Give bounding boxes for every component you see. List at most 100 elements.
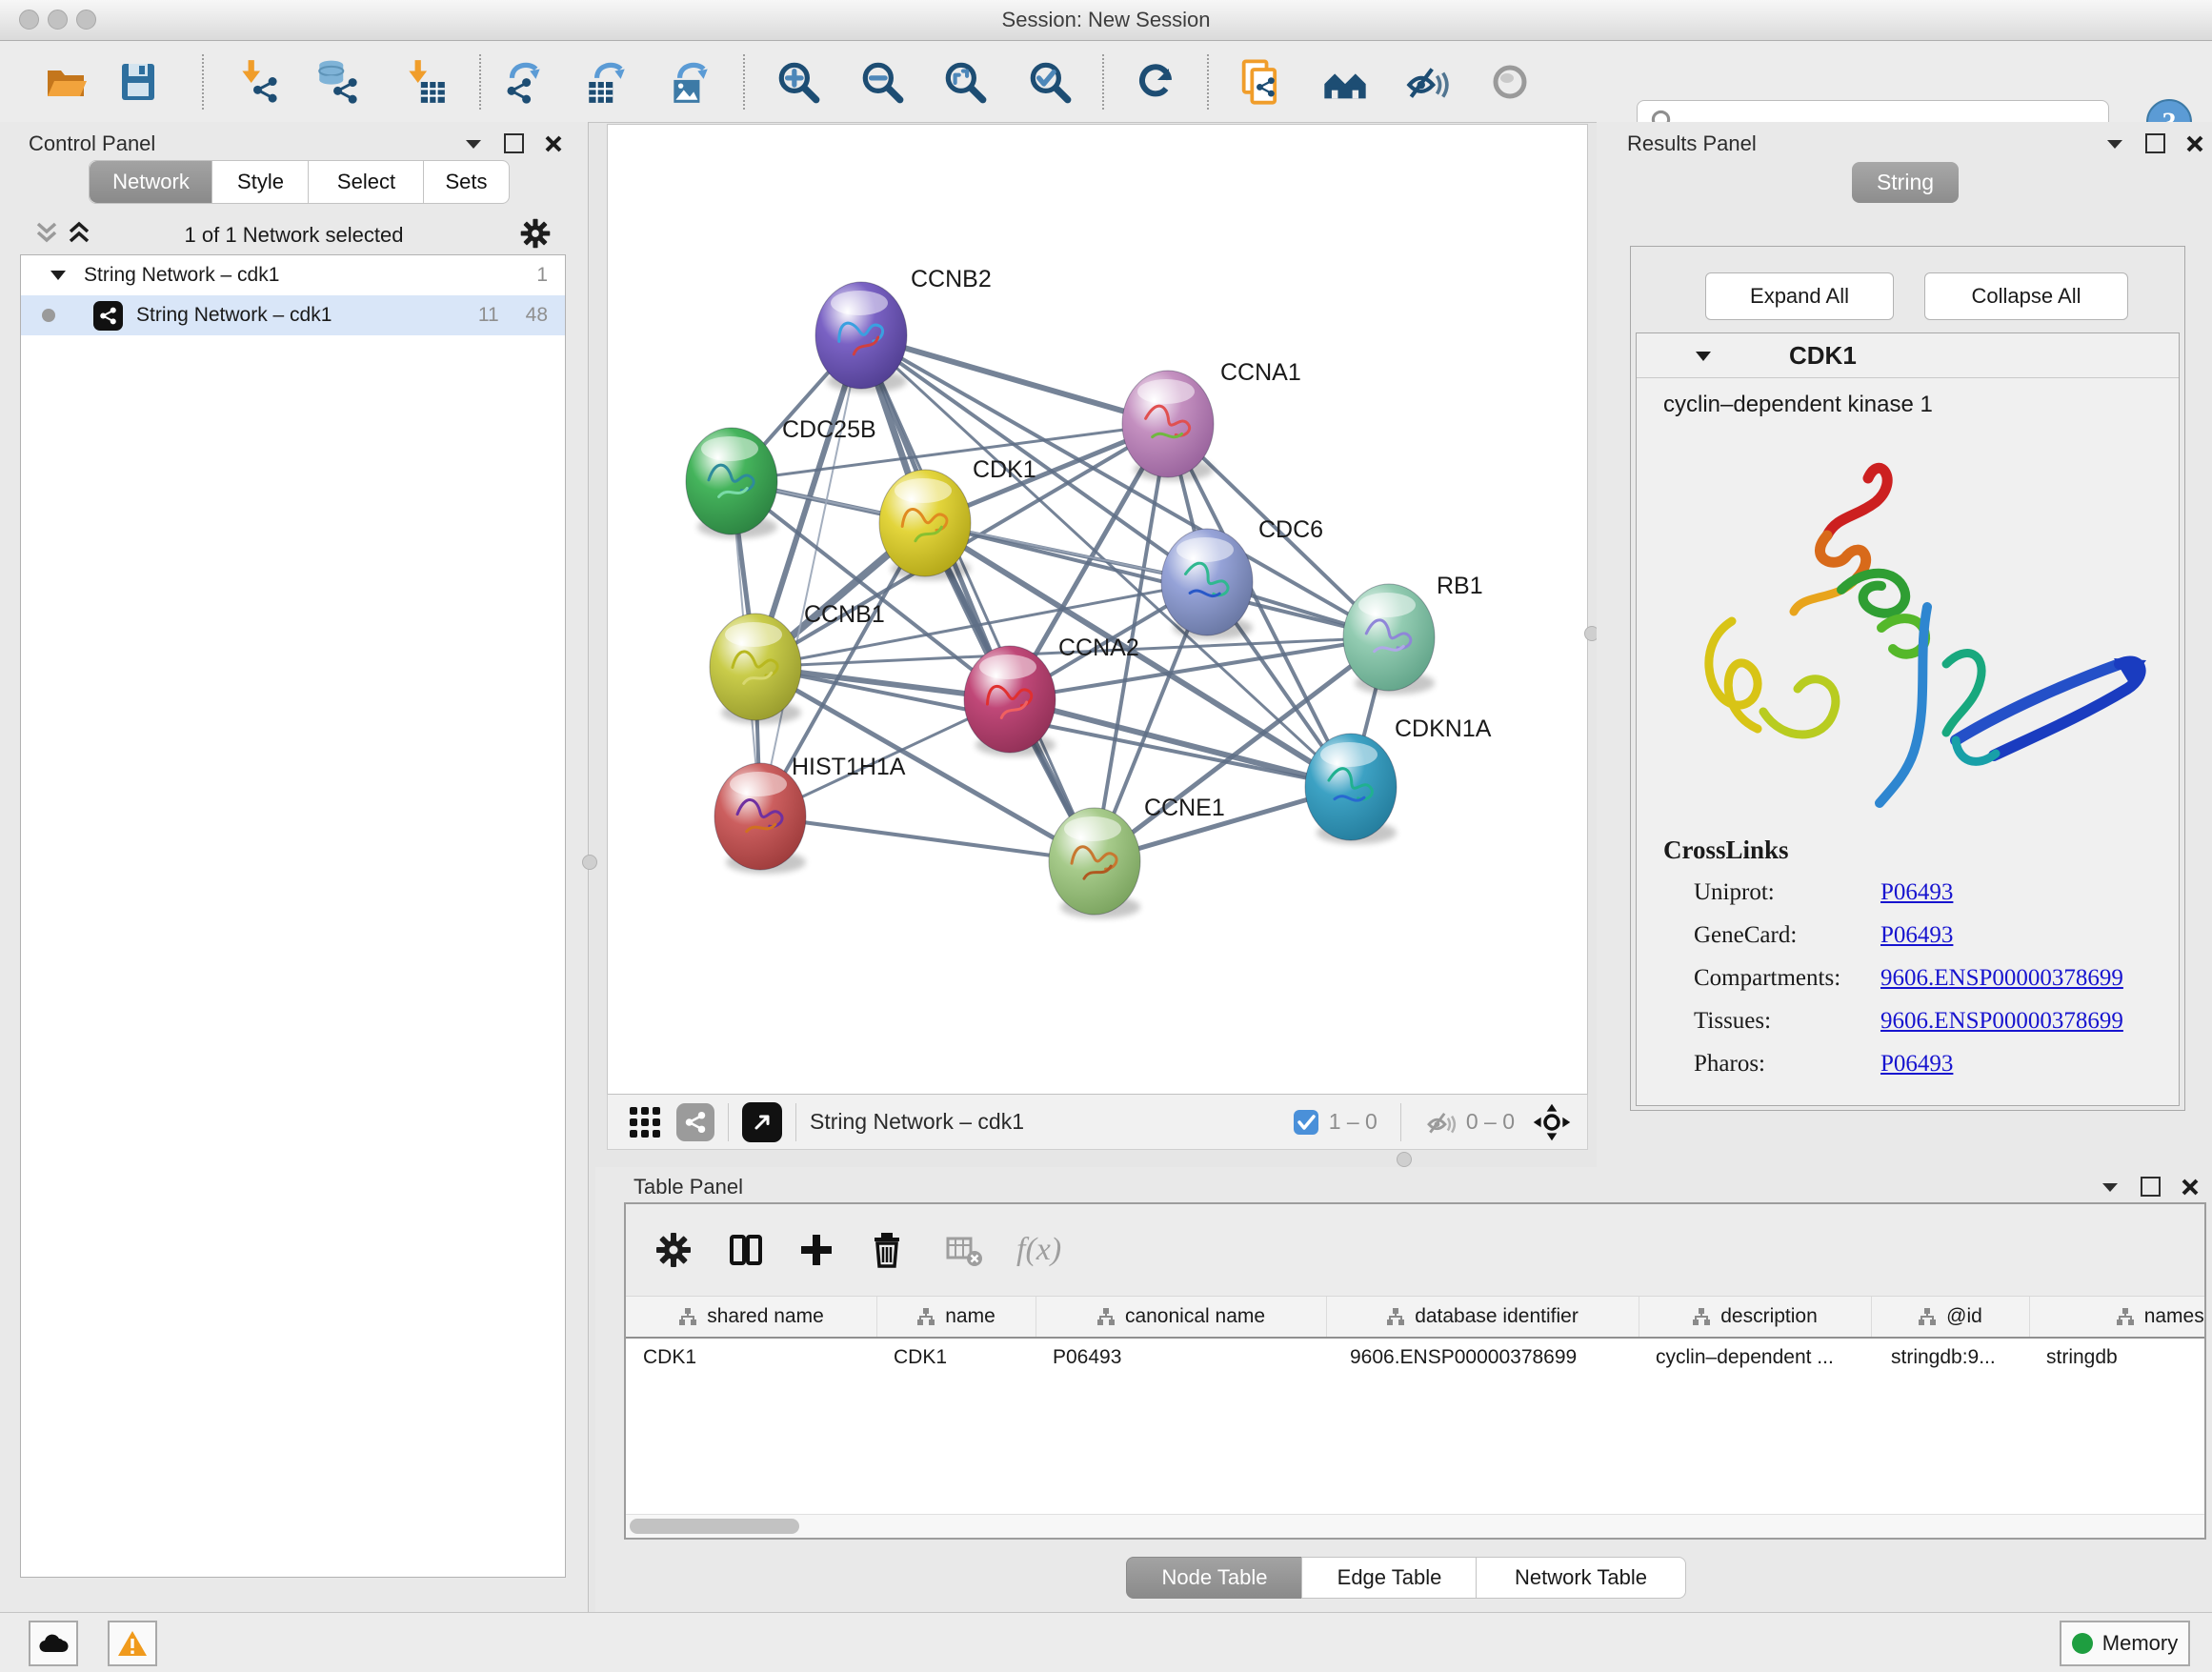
column-header[interactable]: name (876, 1297, 1036, 1337)
export-image-button[interactable] (664, 56, 715, 108)
column-type-icon (1096, 1307, 1116, 1326)
column-header[interactable]: namespace (2029, 1297, 2206, 1337)
network-node-cdc25b[interactable] (686, 428, 777, 538)
horizontal-scrollbar[interactable] (626, 1514, 2204, 1538)
column-type-icon (2116, 1307, 2135, 1326)
column-header[interactable]: shared name (626, 1297, 877, 1337)
tab-string[interactable]: String (1852, 162, 1959, 203)
uniprot-link[interactable]: P06493 (1880, 871, 1953, 914)
edge-count: 48 (526, 304, 548, 327)
import-network-button[interactable] (232, 56, 284, 108)
panel-float-icon[interactable] (504, 133, 524, 153)
network-node-ccna1[interactable] (1122, 371, 1214, 481)
create-column-plus-icon[interactable] (797, 1231, 835, 1269)
pharos-link[interactable]: P06493 (1880, 1042, 1953, 1085)
warning-status-button[interactable] (108, 1621, 157, 1666)
fit-content-crosshair-icon[interactable] (1532, 1102, 1572, 1142)
protein-section-header[interactable]: CDK1 (1637, 333, 2179, 378)
zoom-in-button[interactable] (773, 56, 824, 108)
node-table-box: f(x) shared name name canonical name dat… (624, 1202, 2206, 1540)
houses-button[interactable] (1319, 56, 1371, 108)
export-view-button[interactable] (742, 1102, 782, 1142)
column-header[interactable]: description (1639, 1297, 1872, 1337)
export-table-button[interactable] (581, 56, 633, 108)
save-session-button[interactable] (112, 56, 164, 108)
collapse-all-button[interactable]: Collapse All (1924, 272, 2128, 320)
tab-edge-table[interactable]: Edge Table (1301, 1557, 1478, 1599)
panel-float-icon[interactable] (2141, 1177, 2161, 1197)
file-network-button[interactable] (1235, 56, 1286, 108)
panel-close-icon[interactable] (2182, 1178, 2199, 1196)
network-overview-toggle[interactable] (676, 1103, 714, 1141)
network-node-ccnb2[interactable] (815, 282, 907, 393)
node-label-rb1: RB1 (1437, 573, 1483, 599)
network-canvas-svg[interactable]: CCNB2CCNA1CDC25BCDK1CDC6RB1CCNB1CCNA2CDK… (608, 125, 1587, 1094)
collapse-arrow-icon[interactable] (1694, 349, 1713, 363)
column-header[interactable]: @id (1871, 1297, 2030, 1337)
network-node-cdc6[interactable] (1161, 529, 1253, 639)
network-node-rb1[interactable] (1343, 584, 1435, 695)
network-canvas[interactable]: CCNB2CCNA1CDC25BCDK1CDC6RB1CCNB1CCNA2CDK… (607, 124, 1588, 1095)
import-network-from-database-button[interactable] (312, 56, 363, 108)
memory-label: Memory (2102, 1631, 2178, 1656)
delete-column-trash-icon[interactable] (868, 1231, 906, 1269)
table-options-gear-icon[interactable] (654, 1231, 693, 1269)
hidden-eye-icon[interactable] (1424, 1106, 1457, 1138)
network-edge-ccnb2-ccne1[interactable] (861, 335, 1095, 861)
panel-menu-icon[interactable] (2105, 137, 2124, 151)
import-table-button[interactable] (399, 56, 451, 108)
left-splitter-handle[interactable] (582, 855, 597, 870)
network-node-cdk1[interactable] (879, 470, 971, 580)
genecard-link[interactable]: P06493 (1880, 914, 1953, 957)
compartments-link[interactable]: 9606.ENSP00000378699 (1880, 957, 2123, 999)
open-session-button[interactable] (40, 56, 91, 108)
tissues-link[interactable]: 9606.ENSP00000378699 (1880, 999, 2123, 1042)
tab-sets[interactable]: Sets (423, 160, 510, 204)
network-node-ccnb1[interactable] (710, 614, 801, 724)
panel-menu-icon[interactable] (2101, 1180, 2120, 1194)
zoom-selected-button[interactable] (1024, 56, 1076, 108)
panel-float-icon[interactable] (2145, 133, 2165, 153)
hide-graphics-button[interactable] (1400, 56, 1452, 108)
column-header[interactable]: canonical name (1036, 1297, 1327, 1337)
zoom-out-button[interactable] (856, 56, 908, 108)
network-options-button[interactable] (519, 217, 552, 254)
memory-button[interactable]: Memory (2060, 1621, 2190, 1666)
tab-network-table[interactable]: Network Table (1476, 1557, 1686, 1599)
network-node-ccne1[interactable] (1049, 808, 1140, 918)
tab-network[interactable]: Network (89, 160, 213, 204)
toolbar-separator (743, 54, 745, 110)
crosslink-row: Uniprot:P06493 (1694, 871, 2179, 914)
expander-icon[interactable] (50, 269, 67, 282)
panel-menu-icon[interactable] (464, 137, 483, 151)
panel-close-icon[interactable] (2186, 135, 2203, 152)
separator (1400, 1103, 1401, 1141)
selected-checkbox-icon[interactable] (1293, 1109, 1319, 1136)
show-details-button[interactable] (1484, 56, 1536, 108)
toolbar-separator (1102, 54, 1104, 110)
network-row-selected[interactable]: String Network – cdk1 11 48 (21, 295, 565, 335)
network-node-ccna2[interactable] (964, 646, 1056, 756)
network-edge-ccnb2-hist1h1a[interactable] (760, 335, 861, 816)
results-panel: Results Panel String Expand All Collapse… (1597, 122, 2212, 1170)
delete-table-icon-disabled (944, 1230, 984, 1270)
birdseye-grid-icon[interactable] (629, 1106, 661, 1138)
network-collection-row[interactable]: String Network – cdk1 1 (21, 255, 565, 295)
network-edge-hist1h1a-ccne1[interactable] (760, 816, 1095, 861)
column-header[interactable]: database identifier (1326, 1297, 1639, 1337)
scrollbar-thumb[interactable] (630, 1519, 799, 1534)
panel-close-icon[interactable] (545, 135, 562, 152)
network-node-cdkn1a[interactable] (1305, 734, 1397, 844)
show-columns-icon[interactable] (727, 1231, 765, 1269)
tab-select[interactable]: Select (308, 160, 425, 204)
tab-style[interactable]: Style (211, 160, 310, 204)
expand-all-button[interactable]: Expand All (1705, 272, 1894, 320)
zoom-fit-button[interactable] (939, 56, 991, 108)
horizontal-splitter-handle[interactable] (1397, 1152, 1412, 1167)
export-network-button[interactable] (498, 56, 550, 108)
cloud-status-button[interactable] (29, 1621, 78, 1666)
refresh-button[interactable] (1130, 56, 1181, 108)
separator (728, 1103, 729, 1141)
zoom-in-icon (774, 58, 822, 106)
tab-node-table[interactable]: Node Table (1126, 1557, 1303, 1599)
